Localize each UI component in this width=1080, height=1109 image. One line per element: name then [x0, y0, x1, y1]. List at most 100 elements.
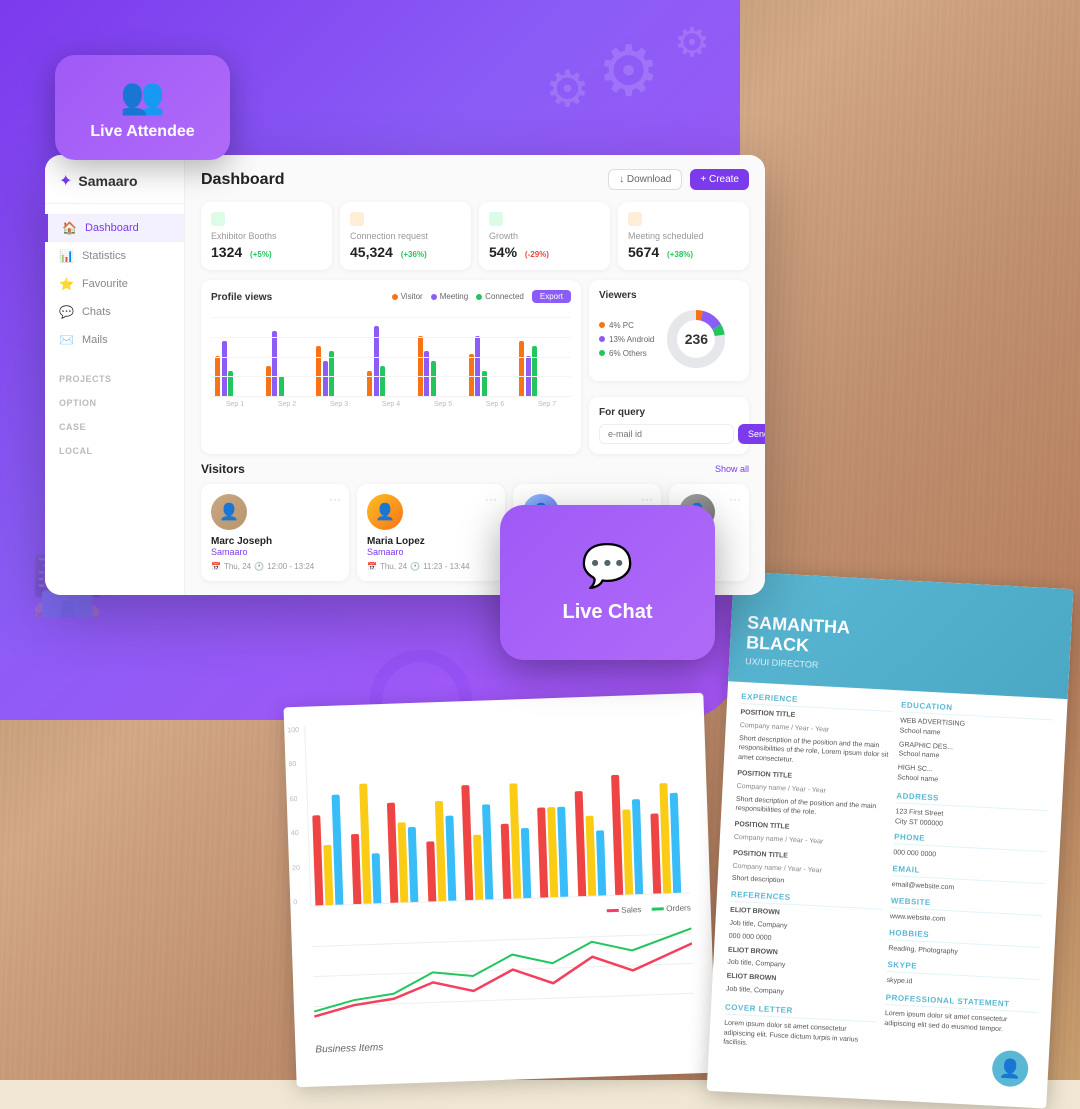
paper-bar-group-4: [424, 800, 461, 901]
visitor-dots-2[interactable]: ···: [485, 492, 497, 506]
sidebar-statistics-label: Statistics: [82, 250, 126, 262]
resume-job-2: POSITION TITLE Company name / Year - Yea…: [735, 769, 889, 822]
query-card: For query Send: [589, 397, 749, 454]
export-button[interactable]: Export: [532, 290, 571, 303]
stat-indicator-growth: [489, 212, 503, 226]
stats-icon: 📊: [59, 249, 74, 263]
bar-visitor-3: [316, 346, 321, 396]
visitor-dots-1[interactable]: ···: [329, 492, 341, 506]
bar-visitor-4: [367, 371, 372, 396]
chart-title-profile: Profile views: [211, 292, 272, 303]
bar-group-1: [215, 341, 263, 396]
donut-label-android: 13% Android: [609, 335, 654, 344]
bar-label-4: Sep 4: [367, 401, 415, 408]
stat-card-connection: Connection request 45,324 (+36%): [340, 202, 471, 270]
resume-address: 123 First StreetCity ST 000000: [895, 807, 1048, 835]
paper-bar-group-2: [349, 783, 387, 904]
visitors-title: Visitors: [201, 462, 245, 476]
donut-item-pc: 4% PC: [599, 321, 654, 330]
resume-edu-2: GRAPHIC DES...School name: [898, 740, 1051, 768]
bar-group-7: [519, 341, 567, 396]
visitor-name-1: Marc Joseph: [211, 536, 339, 547]
legend-meeting: Meeting: [431, 290, 468, 303]
visitor-dots-3[interactable]: ···: [641, 492, 653, 506]
show-all-link[interactable]: Show all: [715, 464, 749, 474]
resume-job-4: POSITION TITLE Company name / Year - Yea…: [731, 849, 885, 892]
visitor-company-2: Samaaro: [367, 547, 495, 557]
legend-dot-visitor: [392, 294, 398, 300]
stat-label-growth: Growth: [489, 231, 600, 241]
stat-card-meeting: Meeting scheduled 5674 (+38%): [618, 202, 749, 270]
resume-left-col: EXPERIENCE POSITION TITLE Company name /…: [723, 692, 894, 1059]
sidebar-item-chats[interactable]: 💬 Chats: [45, 298, 184, 326]
legend-visitor: Visitor: [392, 290, 423, 303]
line-chart-svg: [311, 903, 695, 1036]
query-email-input[interactable]: [599, 424, 734, 444]
paper-bar-group-3: [387, 802, 424, 903]
gear-icon-2: ⚙: [545, 60, 590, 118]
query-send-button[interactable]: Send: [738, 424, 765, 444]
viewers-title: Viewers: [599, 290, 739, 301]
chart-legend: Visitor Meeting Connected Export: [392, 290, 571, 303]
donut-item-others: 6% Others: [599, 349, 654, 358]
visitor-time-1: 📅 Thu, 24 🕐 12:00 - 13:24: [211, 562, 339, 571]
resume-professional-text: Lorem ipsum dolor sit amet consectetur a…: [884, 1009, 1037, 1037]
dashboard-header: Dashboard ↓ Download + Create: [201, 169, 749, 190]
paper-bar-group-9: [611, 774, 649, 895]
stat-label-meeting: Meeting scheduled: [628, 231, 739, 241]
viewers-card: Viewers 4% PC 13% Android: [589, 280, 749, 381]
charts-row: Profile views Visitor Meeting: [201, 280, 749, 454]
query-title: For query: [599, 407, 739, 418]
logo-icon: ✦: [59, 171, 72, 191]
download-button[interactable]: ↓ Download: [608, 169, 682, 190]
legend-sales: Sales: [606, 905, 641, 915]
gear-icon-1: ⚙: [597, 30, 660, 112]
stat-value-growth: 54% (-29%): [489, 244, 600, 260]
visitor-time-label-2: Thu, 24: [380, 562, 407, 571]
legend-line-sales: [606, 909, 618, 912]
paper-bar-group-1: [312, 794, 349, 905]
visitor-avatar-1: 👤: [211, 494, 247, 530]
sidebar-item-statistics[interactable]: 📊 Statistics: [45, 242, 184, 270]
main-content: Dashboard ↓ Download + Create Exhibitor …: [185, 155, 765, 462]
bar-meeting-5: [424, 351, 429, 396]
resume-edu-1: WEB ADVERTISINGSchool name: [899, 716, 1052, 744]
bar-label-2: Sep 2: [263, 401, 311, 408]
donut-chart: 236: [664, 307, 728, 371]
resume-right-col: EDUCATION WEB ADVERTISINGSchool name GRA…: [883, 700, 1054, 1067]
visitor-hours-2: 11:23 - 13:44: [423, 562, 470, 571]
donut-dot-android: [599, 336, 605, 342]
logo-text: Samaaro: [78, 173, 137, 189]
legend-connected: Connected: [476, 290, 524, 303]
sidebar: ✦ Samaaro 🏠 Dashboard 📊 Statistics ⭐ Fav…: [45, 155, 185, 595]
create-button[interactable]: + Create: [690, 169, 749, 190]
resume-header: SAMANTHABLACK UX/UI DIRECTOR: [728, 571, 1073, 699]
clock-icon-1: 🕐: [254, 562, 264, 571]
paper-bar-group-5: [461, 784, 498, 900]
live-attendee-card[interactable]: 👥 Live Attendee: [55, 55, 230, 160]
sidebar-item-mails[interactable]: ✉️ Mails: [45, 326, 184, 354]
sidebar-section-case: CASE: [45, 412, 184, 436]
query-input-row: Send: [599, 424, 739, 444]
bar-connected-6: [482, 371, 487, 396]
visitor-dots-4[interactable]: ···: [729, 492, 741, 506]
bar-connected-5: [431, 361, 436, 396]
sidebar-mails-label: Mails: [82, 334, 108, 346]
stat-cards: Exhibitor Booths 1324 (+5%) Connection r…: [201, 202, 749, 270]
sidebar-item-favourite[interactable]: ⭐ Favourite: [45, 270, 184, 298]
sidebar-section-local: LOCAL: [45, 436, 184, 460]
stat-indicator-meeting: [628, 212, 642, 226]
bar-meeting-3: [323, 361, 328, 396]
paper-chart: 100806040200: [283, 693, 716, 1087]
paper-bar-group-10: [649, 783, 686, 894]
stat-value-connection: 45,324 (+36%): [350, 244, 461, 260]
sidebar-item-dashboard[interactable]: 🏠 Dashboard: [45, 214, 184, 242]
bar-label-7: Sep 7: [523, 401, 571, 408]
visitor-card-2: ··· 👤 Maria Lopez Samaaro 📅 Thu, 24 🕐 11…: [357, 484, 505, 581]
live-chat-card[interactable]: 💬 Live Chat: [500, 505, 715, 660]
bar-labels: Sep 1 Sep 2 Sep 3 Sep 4 Sep 5 Sep 6 Sep …: [211, 401, 571, 408]
visitor-card-1: ··· 👤 Marc Joseph Samaaro 📅 Thu, 24 🕐 12…: [201, 484, 349, 581]
stat-label-connection: Connection request: [350, 231, 461, 241]
calendar-icon-2: 📅: [367, 562, 377, 571]
bar-label-6: Sep 6: [471, 401, 519, 408]
